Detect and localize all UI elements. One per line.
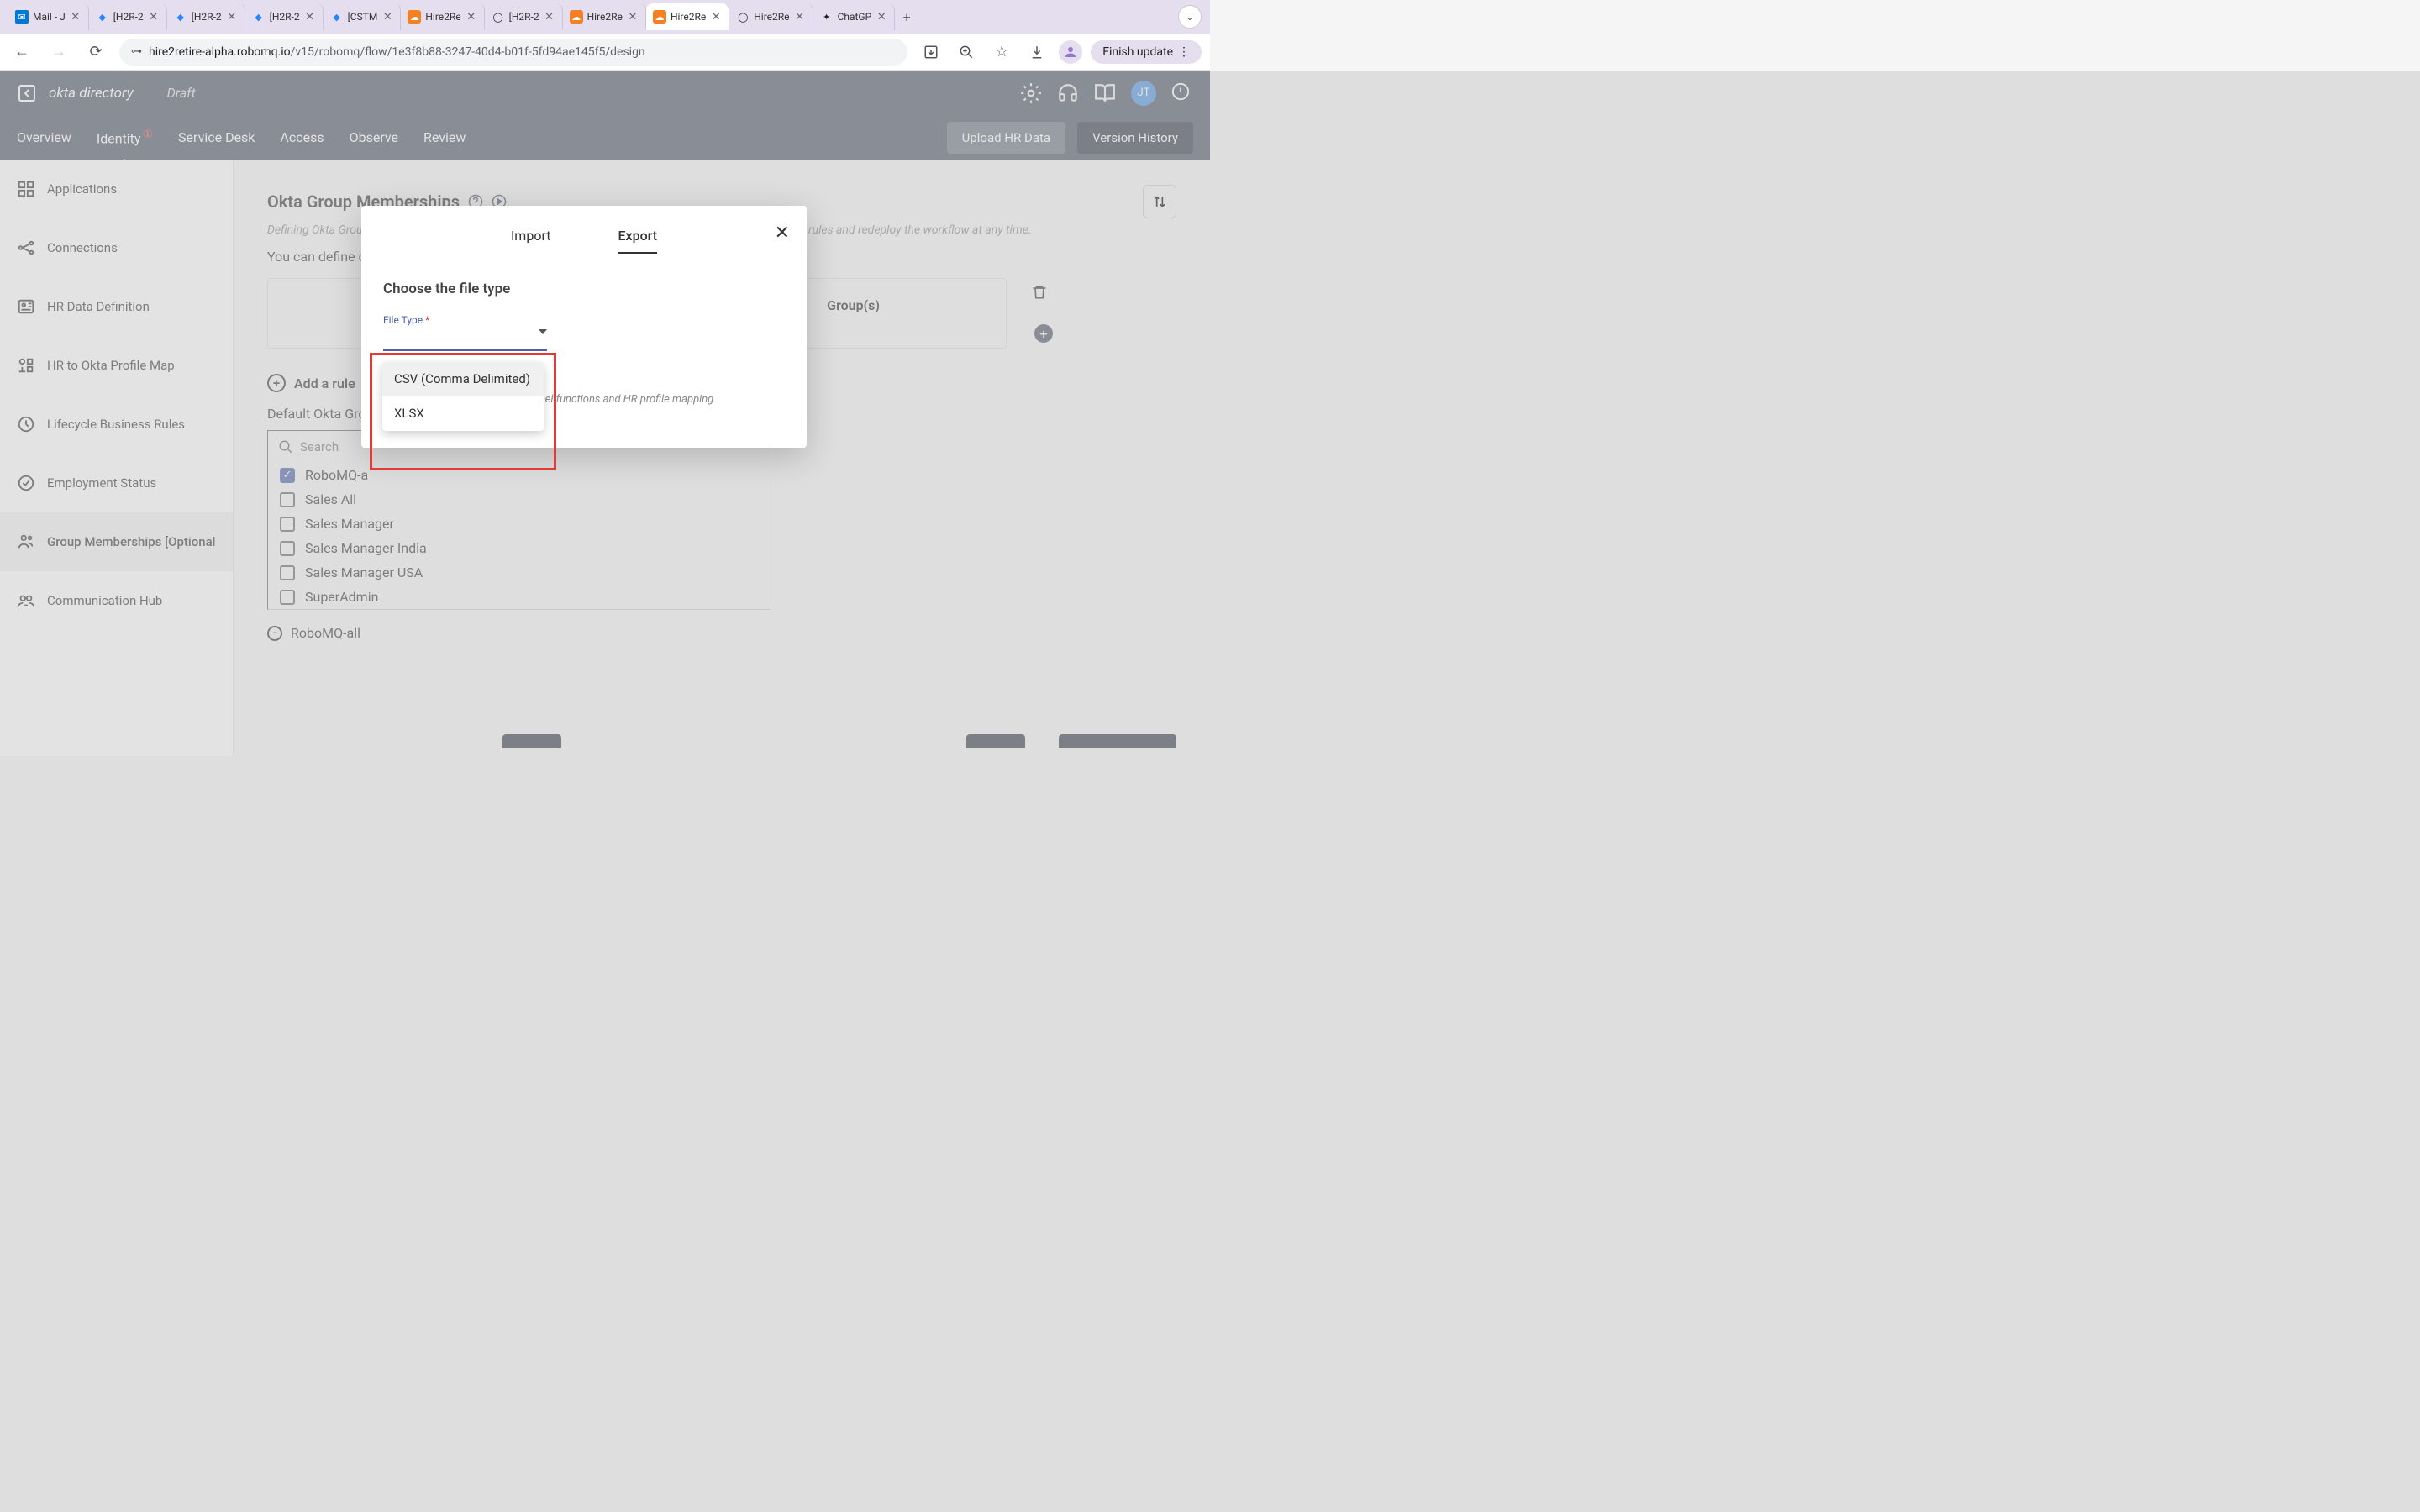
modal-heading: Choose the file type: [383, 281, 785, 297]
helper-text: xcel functions and HR profile mapping: [534, 393, 785, 406]
downloads-icon[interactable]: [1023, 39, 1050, 66]
chatgpt-favicon: ✦: [820, 10, 834, 24]
site-info-icon[interactable]: ⊶: [131, 45, 142, 58]
file-type-dropdown: CSV (Comma Delimited) XLSX: [382, 362, 544, 431]
zoom-icon[interactable]: [953, 39, 980, 66]
github-favicon: ◯: [736, 10, 750, 24]
profile-button[interactable]: [1059, 40, 1082, 64]
close-icon[interactable]: ✕: [627, 11, 639, 23]
tab-dropdown-button[interactable]: ⌄: [1178, 5, 1202, 29]
close-icon[interactable]: ✕: [876, 11, 887, 23]
browser-tab[interactable]: ✉Mail - J✕: [8, 3, 89, 30]
export-tab[interactable]: Export: [618, 228, 658, 254]
close-icon[interactable]: ✕: [794, 11, 806, 23]
close-icon[interactable]: ✕: [544, 11, 555, 23]
close-icon[interactable]: ✕: [710, 11, 722, 23]
close-icon[interactable]: ✕: [70, 11, 82, 23]
browser-tab[interactable]: ◆[H2R-2✕: [167, 3, 245, 30]
tab-list: ✉Mail - J✕ ◆[H2R-2✕ ◆[H2R-2✕ ◆[H2R-2✕ ◆[…: [8, 3, 1174, 30]
hire2retire-favicon: ☁: [570, 10, 583, 24]
browser-tab[interactable]: ◯Hire2Re✕: [729, 3, 813, 30]
hire2retire-favicon: ☁: [653, 10, 666, 24]
jira-favicon: ◆: [330, 10, 344, 24]
close-icon[interactable]: ✕: [148, 11, 160, 23]
browser-tab[interactable]: ☁Hire2Re✕: [401, 3, 484, 30]
finish-update-button[interactable]: Finish update⋮: [1091, 40, 1202, 64]
back-button[interactable]: ←: [8, 39, 35, 66]
browser-tab[interactable]: ◆[H2R-2✕: [245, 3, 324, 30]
import-tab[interactable]: Import: [511, 228, 551, 254]
browser-tab[interactable]: ◆[CSTM✕: [324, 3, 402, 30]
browser-tab[interactable]: ☁Hire2Re✕: [563, 3, 646, 30]
close-modal-icon[interactable]: ✕: [775, 223, 790, 244]
close-icon[interactable]: ✕: [466, 11, 477, 23]
github-favicon: ◯: [492, 10, 505, 24]
hire2retire-favicon: ☁: [408, 10, 421, 24]
mail-favicon: ✉: [15, 10, 29, 24]
jira-favicon: ◆: [96, 10, 109, 24]
browser-tab[interactable]: ✦ChatGP✕: [813, 3, 896, 30]
jira-favicon: ◆: [174, 10, 187, 24]
reload-button[interactable]: ⟳: [82, 39, 109, 66]
new-tab-button[interactable]: +: [895, 5, 918, 29]
close-icon[interactable]: ✕: [304, 11, 316, 23]
bookmark-icon[interactable]: ☆: [988, 39, 1015, 66]
browser-tab-bar: ✉Mail - J✕ ◆[H2R-2✕ ◆[H2R-2✕ ◆[H2R-2✕ ◆[…: [0, 0, 1210, 34]
browser-tab[interactable]: ◯[H2R-2✕: [485, 3, 563, 30]
dropdown-option-csv[interactable]: CSV (Comma Delimited): [382, 362, 544, 396]
url-input[interactable]: ⊶ hire2retire-alpha.robomq.io/v15/robomq…: [119, 39, 908, 66]
chevron-down-icon: [539, 329, 547, 334]
file-type-label: File Type *: [383, 314, 785, 326]
menu-icon: ⋮: [1178, 45, 1190, 59]
install-app-icon[interactable]: [918, 39, 944, 66]
close-icon[interactable]: ✕: [381, 11, 393, 23]
address-bar: ← → ⟳ ⊶ hire2retire-alpha.robomq.io/v15/…: [0, 34, 1210, 71]
browser-tab-active[interactable]: ☁Hire2Re✕: [646, 3, 729, 30]
dropdown-option-xlsx[interactable]: XLSX: [382, 396, 544, 431]
close-icon[interactable]: ✕: [226, 11, 238, 23]
browser-tab[interactable]: ◆[H2R-2✕: [89, 3, 167, 30]
forward-button[interactable]: →: [45, 39, 72, 66]
jira-favicon: ◆: [252, 10, 266, 24]
file-type-select[interactable]: [383, 329, 547, 351]
